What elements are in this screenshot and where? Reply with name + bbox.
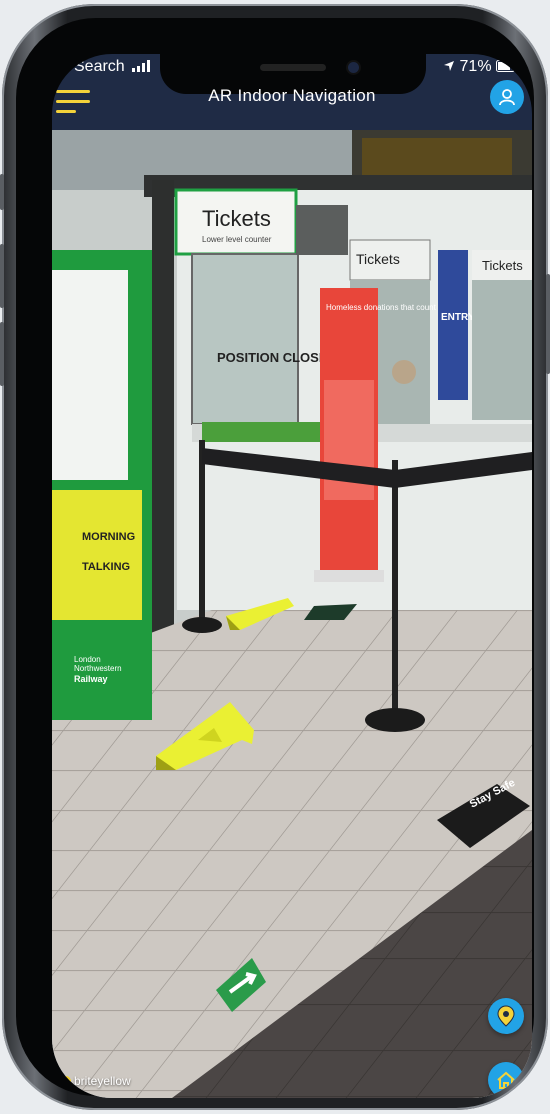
carrier-text: Search bbox=[74, 58, 125, 75]
phone-frame: Search 71% AR Indoor Navigation Tickets … bbox=[0, 4, 550, 1110]
kiosk-text: Homeless donations that count bbox=[326, 303, 437, 312]
mute-switch bbox=[0, 174, 4, 210]
banner-text-2: TALKING bbox=[82, 561, 130, 573]
railway-line-3: Railway bbox=[74, 674, 108, 684]
sign-tickets-3: Tickets bbox=[482, 258, 523, 273]
front-camera bbox=[348, 62, 359, 73]
sign-tickets-2: Tickets bbox=[356, 251, 400, 267]
window-notice: POSITION CLOSED bbox=[217, 350, 337, 365]
sign-tickets-sub: Lower level counter bbox=[202, 235, 272, 244]
speaker bbox=[260, 64, 326, 71]
poster-entry: ENTRY bbox=[441, 312, 475, 323]
brand-logo: briteyellow bbox=[60, 1074, 131, 1088]
volume-up-button bbox=[0, 244, 4, 308]
brand-dot-icon bbox=[60, 1075, 71, 1087]
profile-button[interactable] bbox=[490, 80, 524, 114]
brand-name: briteyellow bbox=[74, 1074, 131, 1088]
battery-percent: 71% bbox=[459, 58, 492, 75]
app-bar: AR Indoor Navigation bbox=[52, 80, 532, 130]
station-scene: Tickets Lower level counter POSITION CLO… bbox=[52, 130, 532, 1098]
home-icon bbox=[497, 1071, 515, 1089]
volume-down-button bbox=[0, 322, 4, 386]
location-pin-icon bbox=[497, 1005, 515, 1027]
location-arrow-icon bbox=[444, 61, 455, 71]
railway-line-1: London bbox=[74, 655, 101, 664]
banner-text-1: MORNING bbox=[82, 531, 135, 543]
railway-line-2: Northwestern bbox=[74, 664, 122, 673]
status-right: 71% bbox=[443, 58, 518, 76]
bezel: Search 71% AR Indoor Navigation Tickets … bbox=[16, 18, 534, 1098]
carrier-label: Search bbox=[74, 58, 151, 76]
ar-camera-view[interactable]: Tickets Lower level counter POSITION CLO… bbox=[52, 130, 532, 1098]
app-title: AR Indoor Navigation bbox=[208, 86, 376, 105]
battery-icon bbox=[496, 60, 518, 72]
signal-icon bbox=[132, 60, 151, 72]
location-button[interactable] bbox=[488, 998, 524, 1034]
user-icon bbox=[499, 89, 515, 106]
sign-tickets-main: Tickets bbox=[202, 206, 271, 231]
power-button bbox=[546, 274, 550, 374]
screen: Search 71% AR Indoor Navigation Tickets … bbox=[52, 54, 532, 1098]
home-button[interactable] bbox=[488, 1062, 524, 1098]
